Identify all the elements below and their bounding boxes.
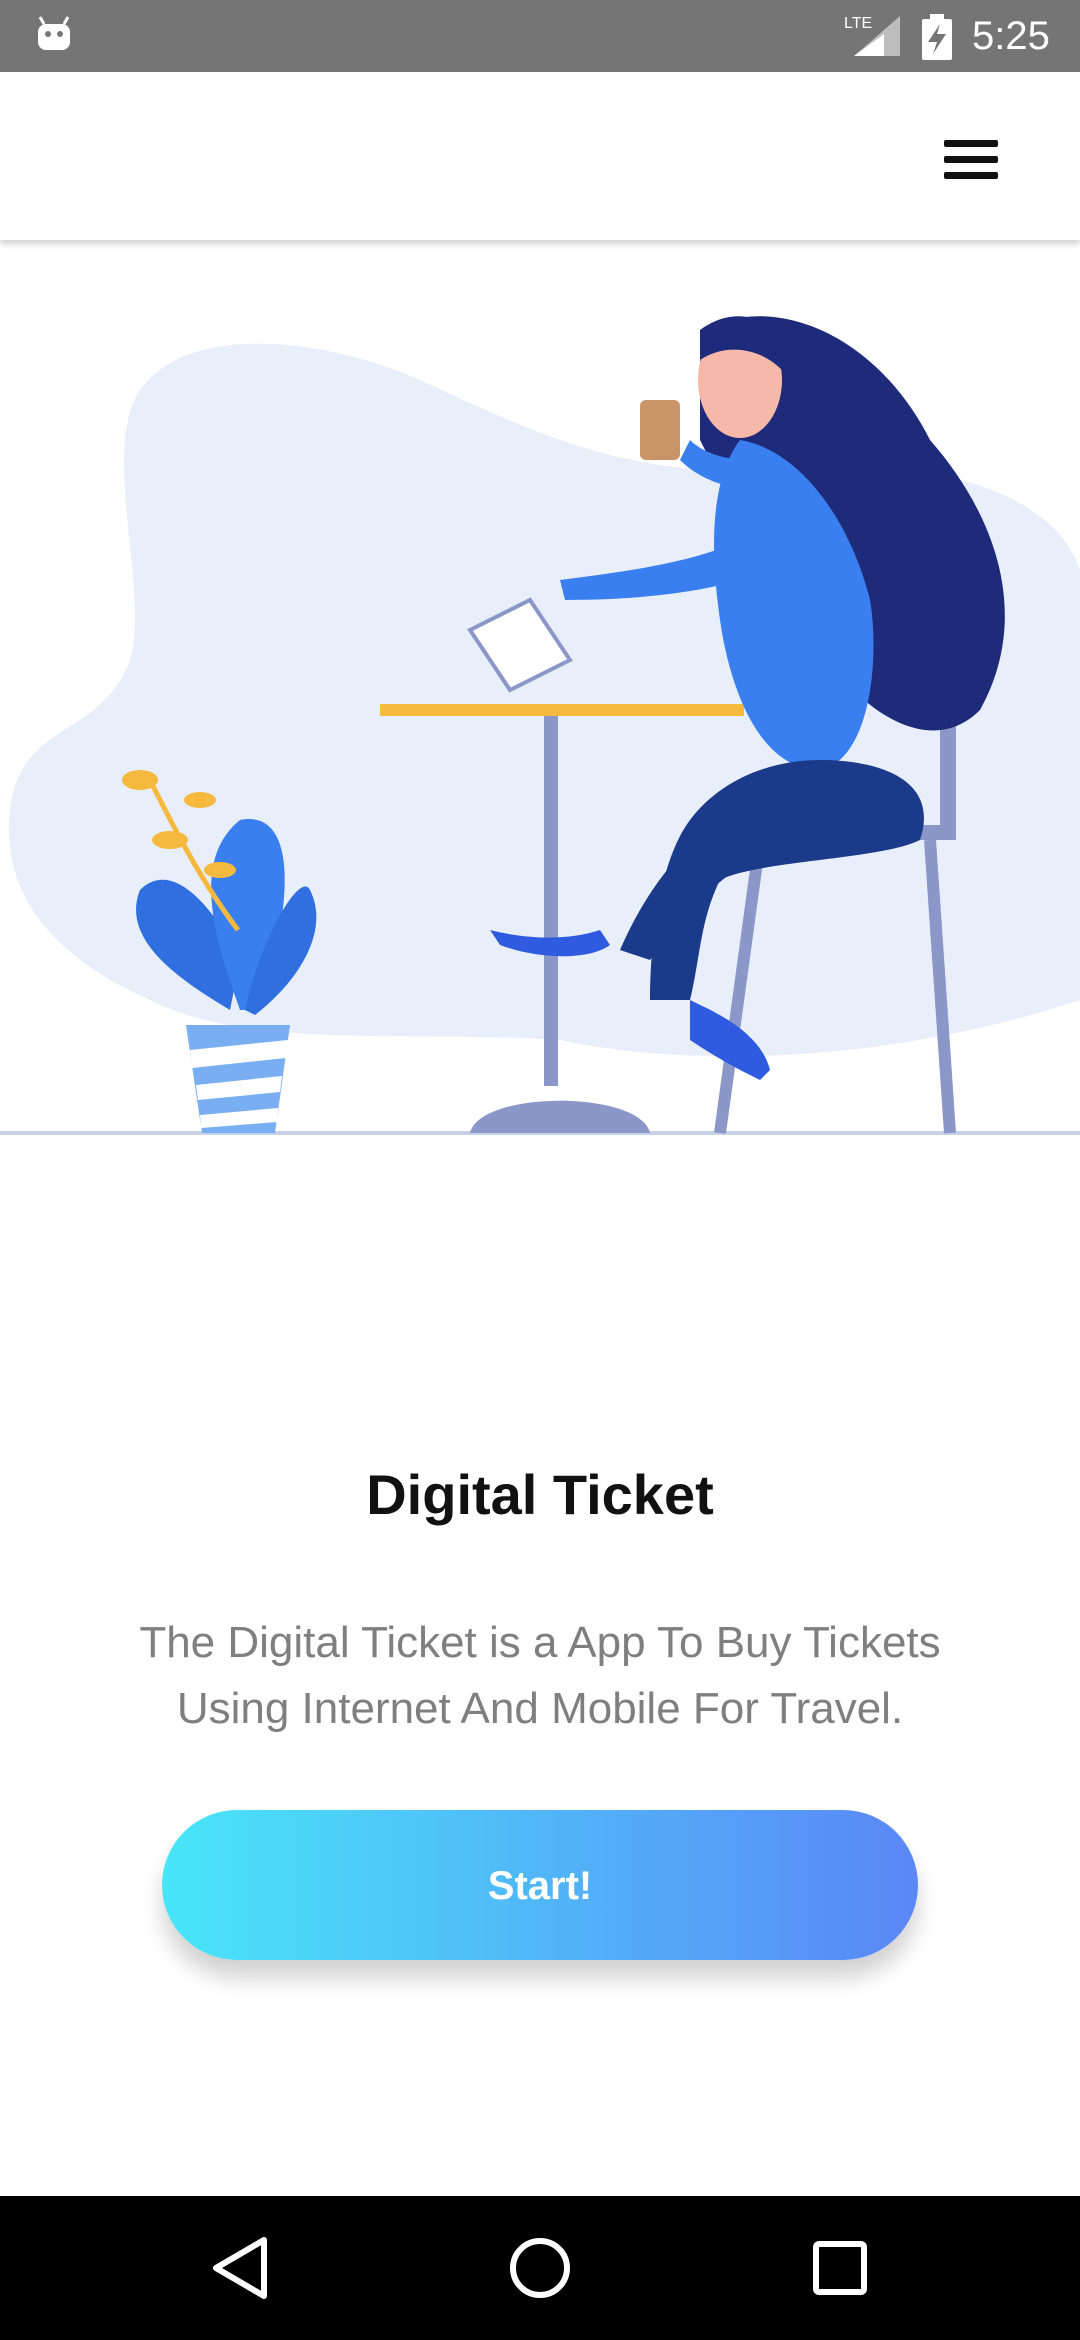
status-bar: LTE 5:25 — [0, 0, 1080, 72]
menu-bar-bottom — [944, 172, 998, 179]
app-bar — [0, 72, 1080, 240]
lte-signal-icon: LTE — [844, 15, 900, 56]
hamburger-menu-icon[interactable] — [930, 128, 1010, 192]
status-time: 5:25 — [972, 14, 1050, 58]
menu-bar-middle — [944, 156, 998, 163]
system-nav-bar — [0, 2196, 1080, 2340]
back-icon[interactable] — [206, 2232, 278, 2304]
recents-icon[interactable] — [804, 2232, 876, 2304]
start-button[interactable]: Start! — [162, 1810, 918, 1960]
menu-bar-top — [944, 140, 998, 147]
home-icon[interactable] — [504, 2232, 576, 2304]
app-description: The Digital Ticket is a App To Buy Ticke… — [139, 1618, 941, 1733]
android-icon — [38, 16, 70, 50]
network-label: LTE — [844, 15, 872, 32]
battery-charging-icon — [922, 14, 952, 60]
woman-at-table-illustration — [0, 316, 1080, 1135]
app-title: Digital Ticket — [366, 1463, 714, 1526]
